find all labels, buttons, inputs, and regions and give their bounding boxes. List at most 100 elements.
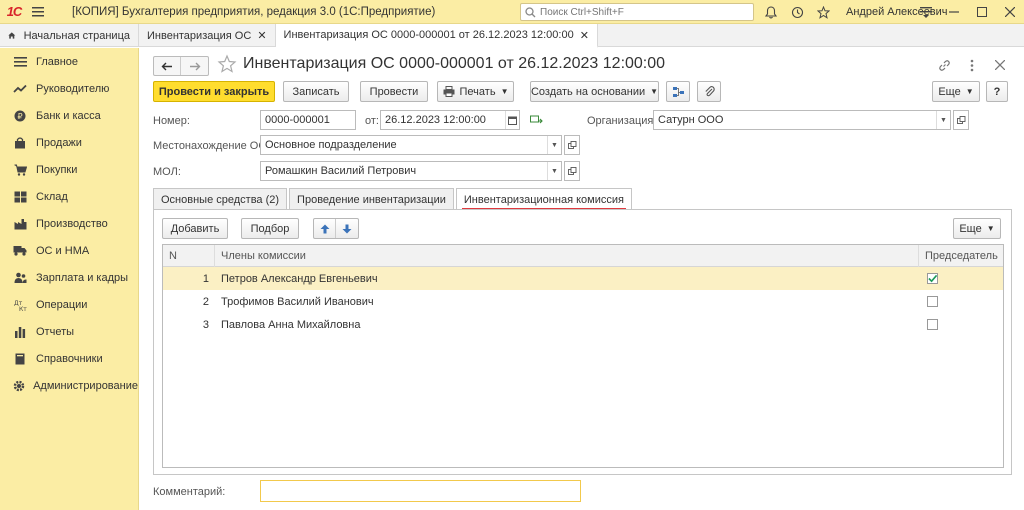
column-header-members[interactable]: Члены комиссии — [215, 245, 919, 267]
history-navigation — [153, 56, 209, 76]
sidebar: Главное Руководителю ₽ Банк и касса Прод… — [0, 48, 139, 510]
sidebar-item-operations[interactable]: Дт Кт Операции — [0, 291, 138, 318]
structure-button[interactable] — [666, 81, 690, 102]
settings-menu-icon[interactable] — [912, 0, 940, 24]
member-name: Трофимов Василий Иванович — [221, 295, 374, 308]
location-field[interactable]: Основное подразделение ▼ — [260, 135, 562, 155]
comment-label: Комментарий: — [153, 486, 226, 498]
sidebar-item-sales[interactable]: Продажи — [0, 129, 138, 156]
number-field[interactable]: 0000-000001 — [260, 110, 356, 130]
sidebar-item-warehouse[interactable]: Склад — [0, 183, 138, 210]
table-row[interactable]: 3 Павлова Анна Михайловна — [163, 313, 1003, 336]
open-mol-icon[interactable] — [564, 161, 580, 181]
post-and-close-button[interactable]: Провести и закрыть — [153, 81, 275, 102]
chairman-checkbox[interactable] — [927, 273, 938, 284]
search-box[interactable] — [520, 3, 754, 21]
forward-arrow-icon[interactable] — [181, 57, 208, 75]
chairman-checkbox[interactable] — [927, 319, 938, 330]
sidebar-item-label: Главное — [36, 55, 79, 68]
bell-icon[interactable] — [758, 0, 784, 24]
close-form-icon[interactable] — [990, 55, 1010, 75]
sidebar-item-main[interactable]: Главное — [0, 48, 138, 75]
column-header-chairman[interactable]: Председатель — [919, 245, 1003, 267]
main-menu-icon[interactable] — [28, 0, 48, 24]
open-organization-icon[interactable] — [953, 110, 969, 130]
sidebar-item-administration[interactable]: Администрирование — [0, 372, 138, 399]
sidebar-item-label: Отчеты — [36, 325, 75, 338]
commission-panel: Добавить Подбор Еще ▼ N Члены комиссии П… — [153, 209, 1012, 475]
book-icon — [12, 352, 28, 366]
close-icon[interactable] — [996, 0, 1024, 24]
chairman-checkbox[interactable] — [927, 296, 938, 307]
print-button[interactable]: Печать ▼ — [437, 81, 514, 102]
sidebar-item-salary[interactable]: Зарплата и кадры — [0, 264, 138, 291]
warehouse-icon — [12, 190, 28, 204]
svg-text:₽: ₽ — [17, 112, 22, 121]
post-button[interactable]: Провести — [360, 81, 428, 102]
number-value: 0000-000001 — [265, 114, 330, 126]
tab-inventory-document[interactable]: Инвентаризация ОС 0000-000001 от 26.12.2… — [275, 24, 598, 48]
sidebar-item-label: Руководителю — [36, 82, 110, 95]
cart-icon — [12, 163, 28, 177]
close-tab-icon[interactable]: ✕ — [580, 29, 589, 42]
sidebar-item-bank[interactable]: ₽ Банк и касса — [0, 102, 138, 129]
app-logo[interactable]: 1С — [0, 0, 28, 24]
sidebar-item-manager[interactable]: Руководителю — [0, 75, 138, 102]
tab-label: Инвентаризация ОС 0000-000001 от 26.12.2… — [283, 29, 574, 41]
people-icon — [12, 271, 28, 285]
more-vertical-icon[interactable] — [962, 55, 982, 75]
back-arrow-icon[interactable] — [154, 57, 181, 75]
help-button[interactable]: ? — [986, 81, 1008, 102]
link-icon[interactable] — [934, 55, 954, 75]
add-button[interactable]: Добавить — [162, 218, 228, 239]
open-location-icon[interactable] — [564, 135, 580, 155]
organization-field[interactable]: Сатурн ООО ▼ — [653, 110, 951, 130]
organization-value: Сатурн ООО — [658, 114, 724, 126]
sidebar-item-purchases[interactable]: Покупки — [0, 156, 138, 183]
mol-field[interactable]: Ромашкин Василий Петрович ▼ — [260, 161, 562, 181]
tab-inventory-conduct[interactable]: Проведение инвентаризации — [289, 188, 454, 210]
create-based-on-button[interactable]: Создать на основании ▼ — [530, 81, 659, 102]
dropdown-caret-icon: ▼ — [500, 87, 509, 96]
tab-inventory-list[interactable]: Инвентаризация ОС ✕ — [139, 24, 276, 47]
home-icon — [8, 32, 16, 39]
pick-button[interactable]: Подбор — [241, 218, 299, 239]
menu-icon — [12, 55, 28, 69]
calendar-icon[interactable] — [505, 111, 519, 129]
dropdown-caret-icon[interactable]: ▼ — [547, 162, 561, 180]
sidebar-item-fixed-assets[interactable]: ОС и НМА — [0, 237, 138, 264]
checkmark-icon — [928, 274, 937, 283]
sidebar-item-production[interactable]: Производство — [0, 210, 138, 237]
panel-more-label: Еще — [959, 222, 982, 235]
attachments-button[interactable] — [697, 81, 721, 102]
minimize-icon[interactable] — [940, 0, 968, 24]
sidebar-item-reports[interactable]: Отчеты — [0, 318, 138, 345]
table-row[interactable]: 2 Трофимов Василий Иванович — [163, 290, 1003, 313]
date-field[interactable]: 26.12.2023 12:00:00 — [380, 110, 520, 130]
coin-icon: ₽ — [12, 109, 28, 123]
more-actions-button[interactable]: Еще ▼ — [932, 81, 980, 102]
number-label: Номер: — [153, 115, 190, 127]
tab-home[interactable]: Начальная страница — [0, 24, 139, 47]
panel-more-button[interactable]: Еще ▼ — [953, 218, 1001, 239]
currency-rate-icon[interactable] — [530, 114, 543, 128]
favorite-star-icon[interactable] — [217, 54, 237, 77]
move-up-icon[interactable] — [314, 219, 336, 238]
dropdown-caret-icon[interactable]: ▼ — [547, 136, 561, 154]
move-down-icon[interactable] — [336, 219, 358, 238]
tab-fixed-assets[interactable]: Основные средства (2) — [153, 188, 288, 210]
sidebar-item-directories[interactable]: Справочники — [0, 345, 138, 372]
mol-value: Ромашкин Василий Петрович — [265, 165, 417, 177]
tab-label: Инвентаризация ОС — [147, 29, 252, 42]
comment-field[interactable] — [260, 480, 581, 502]
column-header-n[interactable]: N — [163, 245, 215, 267]
save-button[interactable]: Записать — [283, 81, 349, 102]
maximize-icon[interactable] — [968, 0, 996, 24]
table-row[interactable]: 1 Петров Александр Евгеньевич — [163, 267, 1003, 290]
history-icon[interactable] — [784, 0, 810, 24]
favorites-star-icon[interactable] — [810, 0, 836, 24]
tab-inventory-commission[interactable]: Инвентаризационная комиссия — [455, 188, 632, 211]
dropdown-caret-icon[interactable]: ▼ — [936, 111, 950, 129]
search-input[interactable] — [540, 6, 740, 18]
close-tab-icon[interactable]: ✕ — [257, 29, 266, 42]
